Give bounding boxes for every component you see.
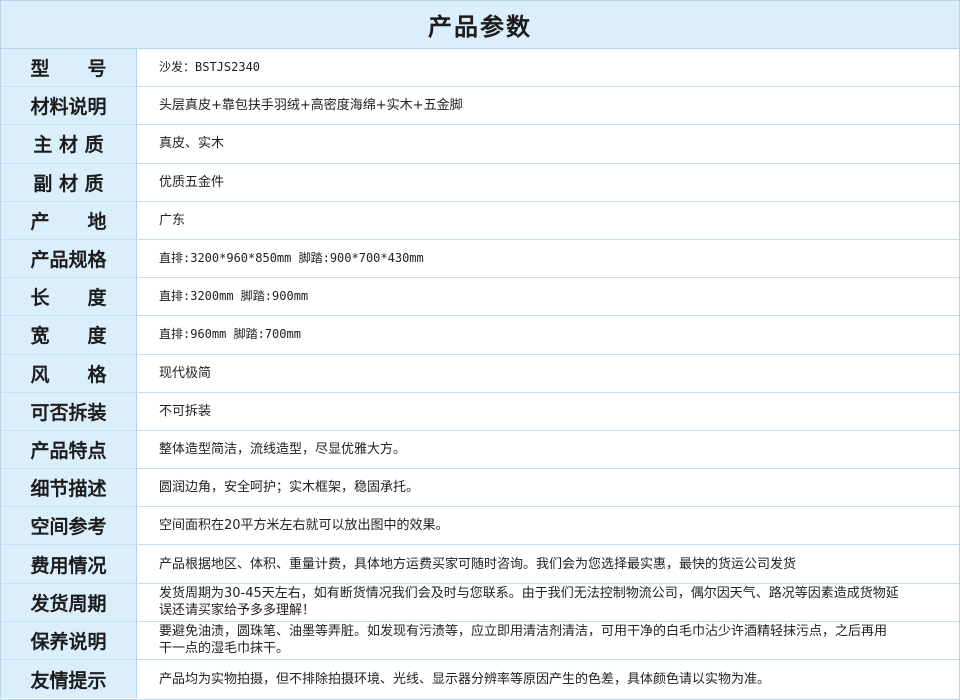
row-materials: 材料说明 头层真皮+靠包扶手羽绒+高密度海绵+实木+五金脚 bbox=[1, 87, 959, 126]
parameter-rows: 型 号 沙发：BSTJS2340 材料说明 头层真皮+靠包扶手羽绒+高密度海绵+… bbox=[1, 49, 959, 699]
row-value-materials: 头层真皮+靠包扶手羽绒+高密度海绵+实木+五金脚 bbox=[137, 87, 959, 125]
table-title: 产品参数 bbox=[1, 1, 959, 49]
row-value-detachable: 不可拆装 bbox=[137, 392, 959, 430]
row-label-space-reference: 空间参考 bbox=[1, 507, 137, 545]
product-parameters-table: 产品参数 型 号 沙发：BSTJS2340 材料说明 头层真皮+靠包扶手羽绒+高… bbox=[0, 0, 960, 700]
row-label-length: 长 度 bbox=[1, 278, 137, 316]
row-label-details: 细节描述 bbox=[1, 469, 137, 507]
row-value-length: 直排:3200mm 脚踏:900mm bbox=[137, 278, 959, 316]
row-specification: 产品规格 直排:3200*960*850mm 脚踏:900*700*430mm bbox=[1, 239, 959, 279]
row-length: 长 度 直排:3200mm 脚踏:900mm bbox=[1, 278, 959, 317]
row-label-main-material: 主 材 质 bbox=[1, 125, 137, 163]
row-value-shipping-cost: 产品根据地区、体积、重量计费，具体地方运费买家可随时咨询。我们会为您选择最实惠，… bbox=[137, 545, 959, 583]
row-label-care-instructions: 保养说明 bbox=[1, 621, 137, 659]
row-label-friendly-notice: 友情提示 bbox=[1, 660, 137, 699]
row-label-materials: 材料说明 bbox=[1, 87, 137, 125]
row-shipping-cost: 费用情况 产品根据地区、体积、重量计费，具体地方运费买家可随时咨询。我们会为您选… bbox=[1, 545, 959, 584]
row-label-style: 风 格 bbox=[1, 354, 137, 392]
row-label-origin: 产 地 bbox=[1, 201, 137, 239]
row-value-origin: 广东 bbox=[137, 201, 959, 239]
row-value-care-instructions: 要避免油渍，圆珠笔、油墨等弄脏。如发现有污渍等，应立即用清洁剂清洁，可用干净的白… bbox=[137, 621, 959, 659]
row-label-width: 宽 度 bbox=[1, 316, 137, 354]
row-label-model: 型 号 bbox=[1, 49, 137, 87]
row-style: 风 格 现代极简 bbox=[1, 354, 959, 393]
row-main-material: 主 材 质 真皮、实木 bbox=[1, 125, 959, 164]
row-origin: 产 地 广东 bbox=[1, 201, 959, 240]
row-space-reference: 空间参考 空间面积在20平方米左右就可以放出图中的效果。 bbox=[1, 507, 959, 546]
row-value-features: 整体造型简洁，流线造型，尽显优雅大方。 bbox=[137, 430, 959, 469]
row-width: 宽 度 直排:960mm 脚踏:700mm bbox=[1, 316, 959, 355]
row-details: 细节描述 圆润边角，安全呵护；实木框架，稳固承托。 bbox=[1, 469, 959, 508]
row-friendly-notice: 友情提示 产品均为实物拍摄，但不排除拍摄环境、光线、显示器分辨率等原因产生的色差… bbox=[1, 660, 959, 699]
row-delivery-period: 发货周期 发货周期为30-45天左右，如有断货情况我们会及时与您联系。由于我们无… bbox=[1, 583, 959, 622]
row-value-space-reference: 空间面积在20平方米左右就可以放出图中的效果。 bbox=[137, 507, 959, 545]
row-value-main-material: 真皮、实木 bbox=[137, 125, 959, 163]
row-secondary-material: 副 材 质 优质五金件 bbox=[1, 163, 959, 202]
row-label-delivery-period: 发货周期 bbox=[1, 583, 137, 621]
row-label-features: 产品特点 bbox=[1, 430, 137, 469]
row-features: 产品特点 整体造型简洁，流线造型，尽显优雅大方。 bbox=[1, 430, 959, 470]
row-value-friendly-notice: 产品均为实物拍摄，但不排除拍摄环境、光线、显示器分辨率等原因产生的色差，具体颜色… bbox=[137, 660, 959, 699]
row-label-detachable: 可否拆装 bbox=[1, 392, 137, 430]
row-label-secondary-material: 副 材 质 bbox=[1, 163, 137, 201]
row-care-instructions: 保养说明 要避免油渍，圆珠笔、油墨等弄脏。如发现有污渍等，应立即用清洁剂清洁，可… bbox=[1, 621, 959, 660]
row-value-width: 直排:960mm 脚踏:700mm bbox=[137, 316, 959, 354]
row-value-model: 沙发：BSTJS2340 bbox=[137, 49, 959, 87]
row-value-details: 圆润边角，安全呵护；实木框架，稳固承托。 bbox=[137, 469, 959, 507]
row-model: 型 号 沙发：BSTJS2340 bbox=[1, 49, 959, 88]
row-value-style: 现代极简 bbox=[137, 354, 959, 392]
row-value-secondary-material: 优质五金件 bbox=[137, 163, 959, 201]
row-label-shipping-cost: 费用情况 bbox=[1, 545, 137, 583]
row-value-delivery-period: 发货周期为30-45天左右，如有断货情况我们会及时与您联系。由于我们无法控制物流… bbox=[137, 583, 959, 621]
row-value-specification: 直排:3200*960*850mm 脚踏:900*700*430mm bbox=[137, 239, 959, 278]
row-label-specification: 产品规格 bbox=[1, 239, 137, 278]
row-detachable: 可否拆装 不可拆装 bbox=[1, 392, 959, 431]
